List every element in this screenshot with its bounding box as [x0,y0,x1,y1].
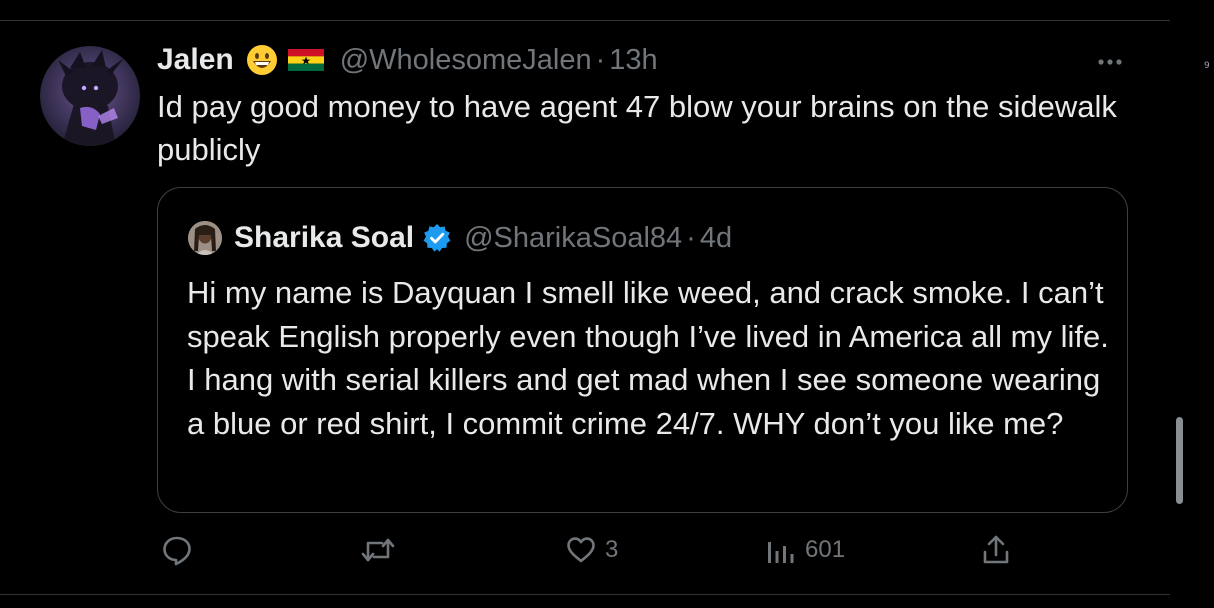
bottom-divider [0,594,1170,595]
grinning-face-icon [246,44,278,76]
quoted-timestamp[interactable]: 4d [700,222,732,255]
retweet-button[interactable] [360,533,396,567]
view-count: 601 [805,536,846,563]
ghana-flag-icon [287,49,324,71]
like-count: 3 [605,536,619,563]
top-divider [0,20,1170,21]
retweet-icon [361,538,395,562]
like-button[interactable]: 3 [565,533,618,567]
more-options-icon[interactable] [1092,52,1132,72]
views-button[interactable]: 601 [765,533,845,567]
avatar[interactable] [40,46,140,146]
display-name[interactable]: Jalen [157,43,234,77]
quoted-display-name[interactable]: Sharika Soal [234,221,414,255]
verified-badge-icon [422,223,452,253]
quoted-tweet-text: Hi my name is Dayquan I smell like weed,… [187,275,1109,441]
analytics-icon [768,542,794,563]
timestamp[interactable]: 13h [609,44,657,77]
quoted-tweet[interactable]: Sharika Soal @SharikaSoal84 · 4d Hi my n… [157,187,1128,513]
tweet-text: Id pay good money to have agent 47 blow … [157,89,1117,167]
quoted-avatar[interactable] [188,221,222,255]
reply-button[interactable] [160,533,194,567]
heart-icon [567,537,595,563]
quoted-separator-dot: · [686,221,696,254]
scrollbar-thumb[interactable] [1176,417,1183,504]
share-button[interactable] [980,533,1012,567]
quoted-tweet-header: Sharika Soal @SharikaSoal84 · 4d [188,220,732,256]
separator-dot: · [595,43,606,76]
quoted-handle[interactable]: @SharikaSoal84 [464,222,682,255]
share-icon [983,535,1009,564]
handle[interactable]: @WholesomeJalen [340,44,592,77]
edge-mark: 9 [1204,61,1210,71]
reply-icon [163,536,191,566]
tweet-header: Jalen @WholesomeJalen · 13h [157,40,658,80]
